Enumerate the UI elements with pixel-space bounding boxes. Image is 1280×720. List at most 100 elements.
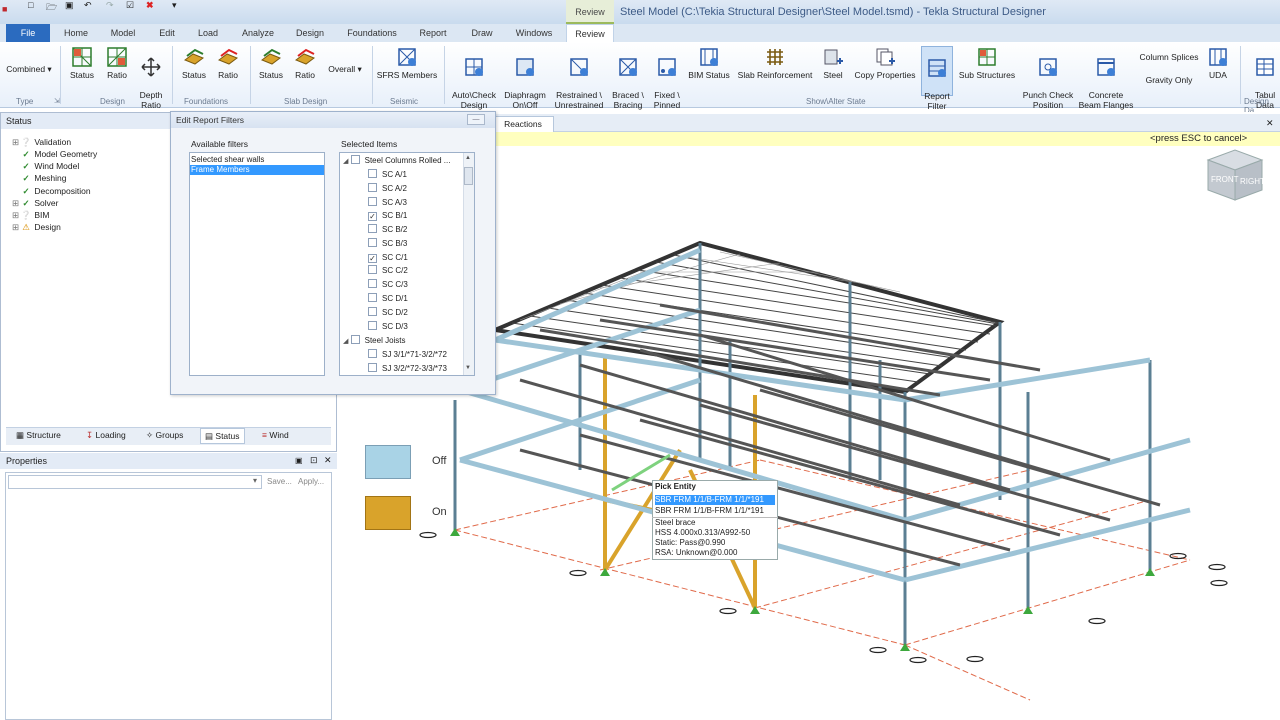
view-cube[interactable]: FRONT RIGHT — [1202, 146, 1268, 202]
restrained-button[interactable]: Restrained \ Unrestrained — [552, 46, 606, 110]
pane-options-icon[interactable]: ▣ — [295, 456, 303, 465]
filter-item-shear-walls[interactable]: Selected shear walls — [190, 155, 324, 165]
checkbox[interactable] — [368, 183, 377, 192]
autocheck-button[interactable]: Auto\Check Design — [450, 46, 498, 110]
collapse-icon[interactable]: ◢ — [343, 338, 348, 345]
checkbox[interactable] — [368, 363, 377, 372]
pin-icon[interactable]: ⊡ — [310, 455, 318, 466]
group-steel-columns[interactable]: ◢ Steel Columns Rolled ... — [343, 154, 450, 167]
tab-analyze[interactable]: Analyze — [236, 24, 280, 42]
tab-windows[interactable]: Windows — [508, 24, 560, 42]
save-icon[interactable]: ▣ — [65, 0, 74, 11]
foundation-ratio-button[interactable]: Ratio — [212, 46, 244, 80]
sub-structures-button[interactable]: Sub Structures — [956, 46, 1018, 80]
item-sc-d1[interactable]: SC D/1 — [368, 292, 408, 305]
app-icon[interactable]: ■ — [2, 4, 7, 14]
checkbox[interactable] — [368, 321, 377, 330]
braced-button[interactable]: Braced \ Bracing — [608, 46, 648, 110]
tab-draw[interactable]: Draw — [464, 24, 500, 42]
tab-edit[interactable]: Edit — [152, 24, 182, 42]
tree-item-meshing[interactable]: ✓ Meshing — [12, 172, 66, 184]
checkbox[interactable] — [350, 155, 360, 164]
tab-groups[interactable]: ✧ Groups — [146, 430, 183, 441]
scrollbar[interactable] — [463, 153, 474, 375]
checkbox[interactable] — [368, 224, 377, 233]
item-sc-d3[interactable]: SC D/3 — [368, 320, 408, 333]
tab-report[interactable]: Report — [412, 24, 454, 42]
new-icon[interactable]: □ — [28, 0, 33, 10]
scroll-up-icon[interactable]: ▲ — [465, 155, 471, 161]
depth-ratio-button[interactable]: Depth Ratio — [135, 46, 167, 110]
undo-icon[interactable]: ↶ — [84, 0, 92, 11]
close-icon[interactable]: ✕ — [1266, 118, 1274, 129]
close-icon[interactable]: ✕ — [324, 455, 332, 466]
tree-item-bim[interactable]: ⊞ ❔ BIM — [12, 209, 50, 221]
checkbox[interactable] — [368, 279, 377, 288]
properties-grid[interactable] — [5, 472, 332, 720]
tree-item-model-geometry[interactable]: ✓ Model Geometry — [12, 148, 97, 160]
tab-reactions[interactable]: Reactions — [492, 116, 554, 132]
uda-button[interactable]: UDA — [1204, 46, 1232, 80]
properties-selector[interactable] — [8, 475, 262, 489]
checkbox[interactable] — [368, 265, 377, 274]
save-button[interactable]: Save... — [267, 477, 292, 486]
item-sc-a3[interactable]: SC A/3 — [368, 196, 407, 209]
gravity-only-button[interactable]: Gravity Only — [1138, 75, 1200, 85]
item-sc-a2[interactable]: SC A/2 — [368, 182, 407, 195]
slab-ratio-button[interactable]: Ratio — [289, 46, 321, 80]
item-sj-2[interactable]: SJ 3/2/*72-3/3/*73 — [368, 362, 447, 375]
checkbox[interactable] — [368, 293, 377, 302]
combined-dropdown[interactable]: Combined ▾ — [4, 64, 54, 74]
steel-button[interactable]: Steel — [818, 46, 848, 80]
slab-status-button[interactable]: Status — [255, 46, 287, 80]
dialog-launcher-icon[interactable]: ⇲ — [54, 97, 60, 105]
tree-item-solver[interactable]: ⊞ ✓ Solver — [12, 197, 58, 209]
view-cube-icon[interactable]: FRONT RIGHT — [1202, 146, 1268, 202]
redo-icon[interactable]: ↷ — [106, 0, 114, 11]
item-sc-b3[interactable]: SC B/3 — [368, 237, 407, 250]
foundation-status-button[interactable]: Status — [178, 46, 210, 80]
pick-option-selected[interactable]: SBR FRM 1/1/B-FRM 1/1/*191 — [655, 495, 775, 505]
tab-structure[interactable]: ▦ Structure — [16, 430, 61, 441]
tab-review[interactable]: Review — [566, 24, 614, 42]
item-sc-c1[interactable]: ✓ SC C/1 — [368, 251, 408, 264]
expand-icon[interactable]: ⊞ — [12, 221, 20, 233]
item-sc-c2[interactable]: SC C/2 — [368, 264, 408, 277]
punch-check-button[interactable]: Punch Check Position — [1022, 46, 1074, 110]
overall-dropdown[interactable]: Overall ▾ — [324, 64, 366, 74]
checkbox[interactable] — [368, 238, 377, 247]
customize-qat-icon[interactable]: ▾ — [172, 0, 177, 11]
item-sc-d2[interactable]: SC D/2 — [368, 306, 408, 319]
tab-design[interactable]: Design — [290, 24, 330, 42]
pick-option[interactable]: SBR FRM 1/1/B-FRM 1/1/*191 — [655, 506, 775, 516]
item-sj-1[interactable]: SJ 3/1/*71-3/2/*72 — [368, 348, 447, 361]
dialog-close-button[interactable]: ― — [467, 114, 485, 125]
tree-item-validation[interactable]: ⊞ ❔ Validation — [12, 136, 71, 148]
sfrs-members-button[interactable]: SFRS Members — [376, 46, 438, 80]
expand-icon[interactable]: ⊞ — [12, 136, 20, 148]
group-steel-joists[interactable]: ◢ Steel Joists — [343, 334, 406, 347]
checkbox[interactable] — [368, 169, 377, 178]
check-icon[interactable]: ☑ — [126, 0, 134, 11]
checkbox-checked[interactable]: ✓ — [368, 212, 377, 221]
report-filter-button[interactable]: Report Filter — [921, 46, 953, 111]
checkbox[interactable] — [368, 307, 377, 316]
tab-wind[interactable]: ≡ Wind — [262, 430, 289, 440]
tab-load[interactable]: Load — [192, 24, 224, 42]
design-ratio-button[interactable]: Ratio — [101, 46, 133, 80]
item-sc-b2[interactable]: SC B/2 — [368, 223, 407, 236]
checkbox[interactable] — [368, 197, 377, 206]
expand-icon[interactable]: ⊞ — [12, 209, 20, 221]
tree-item-decomposition[interactable]: ✓ Decomposition — [12, 185, 90, 197]
tree-item-wind-model[interactable]: ✓ Wind Model — [12, 160, 79, 172]
expand-icon[interactable]: ⊞ — [12, 197, 20, 209]
close-model-icon[interactable]: ✖ — [146, 0, 154, 11]
item-sc-c3[interactable]: SC C/3 — [368, 278, 408, 291]
available-filters-list[interactable] — [189, 152, 325, 376]
item-sc-a1[interactable]: SC A/1 — [368, 168, 407, 181]
tab-loading[interactable]: ↧ Loading — [86, 430, 126, 441]
apply-button[interactable]: Apply... — [298, 477, 324, 486]
diaphragm-button[interactable]: Diaphragm On\Off — [502, 46, 548, 110]
filter-item-frame-members[interactable]: Frame Members — [190, 165, 324, 175]
copy-properties-button[interactable]: Copy Properties — [852, 46, 918, 80]
